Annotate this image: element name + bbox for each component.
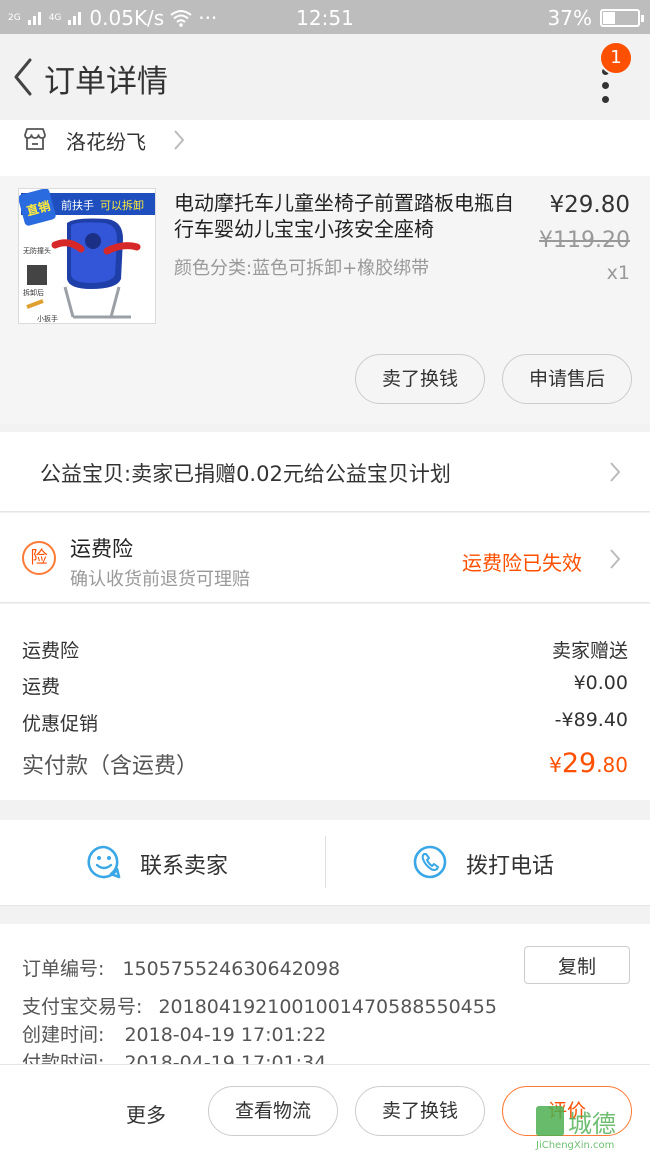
fee-value-shipping: ¥0.00 [573,672,628,694]
resell-button[interactable]: 卖了换钱 [355,354,485,404]
paid-integer: 29 [561,748,597,779]
paid-amount: ¥29.80 [549,748,628,779]
alipay-label: 支付宝交易号: [22,996,143,1018]
chevron-right-icon [610,549,621,569]
charity-row[interactable]: 公益宝贝:卖家已捐赠0.02元给公益宝贝计划 [0,432,650,512]
battery-percent: 37% [547,6,592,30]
paid-time-value: 2018-04-19 17:01:34 [124,1052,327,1064]
more-dot [602,82,609,89]
paid-label: 实付款（含运费） [22,754,199,779]
resell-bottom-button[interactable]: 卖了换钱 [355,1086,485,1136]
order-info: 订单编号: 150575524630642098 复制 支付宝交易号: 2018… [0,924,650,1064]
page-header: 订单详情 [0,34,650,120]
product-image-graphic: 直销 前扶手 可以拆卸 无防撞头 拆卸后 小扳手 [19,189,155,323]
product-price: ¥29.80 [549,192,630,218]
fee-summary: 运费险 卖家赠送 运费 ¥0.00 优惠促销 -¥89.40 实付款（含运费） … [0,604,650,800]
fee-label-discount: 优惠促销 [22,713,99,735]
insurance-subtitle: 确认收货前退货可理赔 [70,569,250,590]
back-arrow-icon [14,58,32,96]
product-quantity: x1 [606,262,630,284]
fee-label-insurance: 运费险 [22,640,80,662]
fee-label-shipping: 运费 [22,676,61,698]
alipay-row: 支付宝交易号: 2018041921001001470588550455 [22,992,497,1019]
badge-count: 1 [610,47,622,68]
page-title: 订单详情 [44,64,168,100]
contact-divider [325,836,326,888]
more-actions-button[interactable]: 更多 [126,1099,166,1128]
watermark-logo: 城德 JiChengXin.com [534,1104,650,1152]
order-number-value: 150575524630642098 [122,958,341,980]
order-number-label: 订单编号: [22,958,105,980]
paid-time-label: 付款时间: [22,1052,105,1064]
image-banner-highlight: 可以拆卸 [100,198,144,212]
shop-name: 洛花纷飞 [66,130,146,154]
notification-badge[interactable]: 1 [599,41,633,75]
battery-icon [600,9,644,27]
product-sku: 颜色分类:蓝色可拆卸+橡胶绑带 [174,258,430,279]
chevron-right-icon [174,130,185,150]
watermark-cn: 城德 [568,1110,616,1138]
status-bar: 2G 4G 0.05K/s ··· 12:51 37% [0,0,650,34]
copy-order-number-button[interactable]: 复制 [524,946,630,984]
chat-bubble-icon [87,845,121,879]
contact-seller-button[interactable]: 联系卖家 [140,848,228,880]
image-label-1: 无防撞头 [23,246,51,255]
after-sale-button[interactable]: 申请售后 [502,354,632,404]
created-time-label: 创建时间: [22,1024,105,1046]
paid-currency: ¥ [549,753,562,777]
view-logistics-button[interactable]: 查看物流 [208,1086,338,1136]
more-dot [602,96,609,103]
insurance-status: 运费险已失效 [462,551,582,575]
shop-row[interactable]: 洛花纷飞 [0,120,650,176]
product-original-price: ¥119.20 [539,228,630,253]
insurance-icon: 险 [22,541,56,575]
contact-bar: 联系卖家 拨打电话 [0,820,650,906]
product-image[interactable]: 直销 前扶手 可以拆卸 无防撞头 拆卸后 小扳手 [18,188,156,324]
charity-text: 公益宝贝:卖家已捐赠0.02元给公益宝贝计划 [40,462,451,486]
back-button[interactable] [8,56,38,98]
insurance-title: 运费险 [70,537,133,561]
image-label-3: 小扳手 [37,314,58,323]
product-card[interactable]: 直销 前扶手 可以拆卸 无防撞头 拆卸后 小扳手 电动摩托车儿童坐椅子前置踏板电… [0,176,650,424]
watermark-en: JiChengXin.com [535,1140,614,1151]
shipping-insurance-row[interactable]: 险 运费险 确认收货前退货可理赔 运费险已失效 [0,513,650,603]
chevron-right-icon [610,462,621,482]
alipay-value: 2018041921001001470588550455 [158,996,497,1018]
call-phone-button[interactable]: 拨打电话 [466,848,554,880]
store-icon [24,128,46,150]
image-banner-text: 前扶手 [61,198,94,212]
paid-time-row: 付款时间: 2018-04-19 17:01:34 [22,1048,326,1064]
product-title[interactable]: 电动摩托车儿童坐椅子前置踏板电瓶自行车婴幼儿宝宝小孩安全座椅 [174,190,524,242]
more-menu-button[interactable] [596,68,616,128]
watermark-graphic: 城德 JiChengXin.com [535,1106,616,1151]
image-label-2: 拆卸后 [23,288,44,297]
created-time-row: 创建时间: 2018-04-19 17:01:22 [22,1020,326,1047]
fee-value-insurance: 卖家赠送 [551,640,628,662]
created-time-value: 2018-04-19 17:01:22 [124,1024,327,1046]
phone-icon [413,845,447,879]
order-number-row: 订单编号: 150575524630642098 [22,954,340,981]
fee-value-discount: -¥89.40 [554,709,628,731]
paid-decimal: .80 [596,753,628,777]
